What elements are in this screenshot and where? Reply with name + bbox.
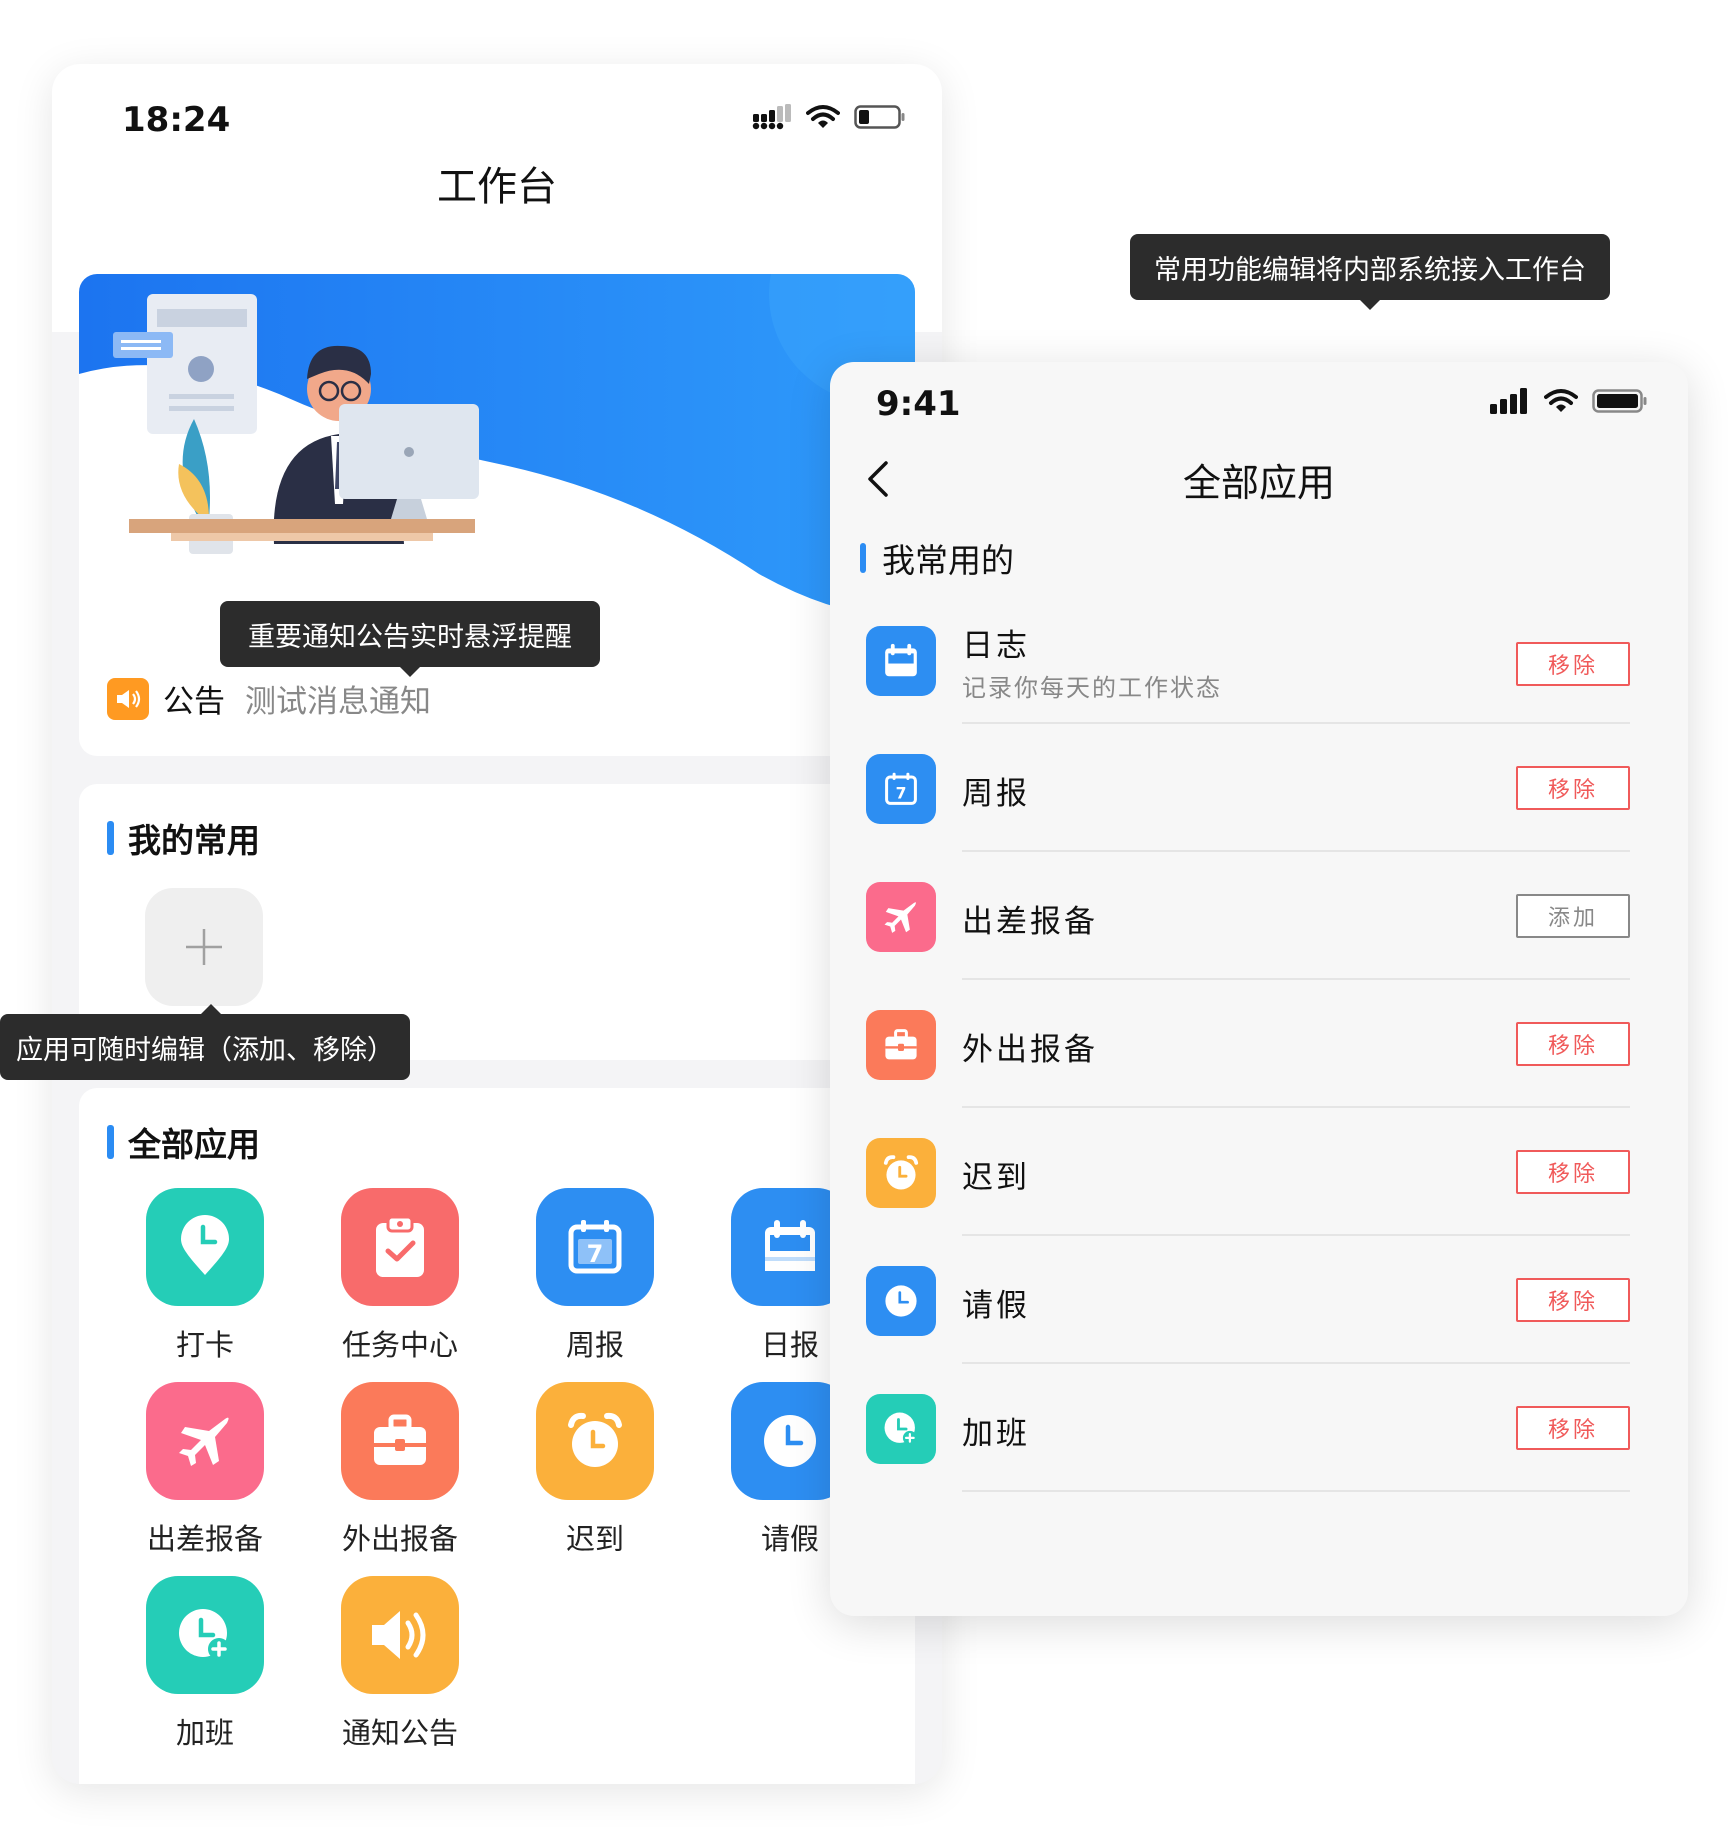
- page-title: 工作台: [437, 164, 557, 210]
- app-row-overtime[interactable]: 加班 移除: [830, 1364, 1688, 1492]
- briefcase-icon: [341, 1382, 459, 1500]
- page-title: 全部应用: [1182, 461, 1335, 505]
- favorites-section-title: 我常用的: [860, 534, 1014, 582]
- app-row-log[interactable]: 日志 记录你每天的工作状态 移除: [830, 596, 1688, 724]
- clock-plus-icon: [146, 1576, 264, 1694]
- app-row-outing[interactable]: 外出报备 移除: [830, 980, 1688, 1108]
- row-divider: [962, 1490, 1630, 1492]
- status-time: 18:24: [122, 100, 231, 140]
- speaker-icon: [107, 677, 149, 720]
- tooltip-arrow: [1360, 300, 1380, 310]
- app-label: 周报: [565, 1328, 624, 1362]
- calendar-7-icon: 7: [536, 1188, 654, 1306]
- battery-icon: [1592, 389, 1647, 413]
- announcement-card: 公告 测试消息通知: [79, 274, 915, 756]
- tooltip-edit-system: 常用功能编辑将内部系统接入工作台: [1130, 234, 1610, 310]
- remove-button[interactable]: 移除: [1516, 1150, 1630, 1194]
- app-tile-overtime[interactable]: 加班: [115, 1576, 295, 1752]
- app-row-weekly[interactable]: 7 周报 移除: [830, 724, 1688, 852]
- alarm-clock-icon: [536, 1382, 654, 1500]
- app-tile-business-trip[interactable]: 出差报备: [115, 1382, 295, 1558]
- svg-text:7: 7: [896, 785, 907, 803]
- app-label: 通知公告: [341, 1716, 458, 1750]
- tooltip-edit-system-text: 常用功能编辑将内部系统接入工作台: [1154, 254, 1586, 286]
- location-clock-icon: [146, 1188, 264, 1306]
- battery-icon: [854, 105, 905, 129]
- section-accent: [860, 543, 866, 573]
- app-tile-daka[interactable]: 打卡: [115, 1188, 295, 1364]
- remove-button[interactable]: 移除: [1516, 1022, 1630, 1066]
- tooltip-notice: 重要通知公告实时悬浮提醒: [220, 601, 600, 677]
- app-label: 迟到: [565, 1522, 624, 1556]
- tooltip-arrow: [201, 1004, 221, 1014]
- all-apps-section-title: 全部应用: [107, 1118, 260, 1166]
- all-apps-card: 全部应用 打卡 任务中心 7 周报 日报 出差报备 外出报备 迟到 请假 加班 …: [79, 1088, 915, 1784]
- system-icons: [1490, 388, 1648, 414]
- tooltip-notice-text: 重要通知公告实时悬浮提醒: [248, 621, 572, 653]
- wifi-icon: [806, 105, 840, 128]
- all-apps-phone: 9:41 全部应用 我常用的 日志 记录你每天的工作状态 移除 7 周报 移除 …: [830, 362, 1688, 1616]
- row-title: 出差报备: [962, 904, 1098, 940]
- tooltip-arrow: [400, 667, 420, 677]
- section-title-text: 我常用的: [882, 541, 1014, 580]
- favorites-section-title: 我的常用: [107, 814, 260, 862]
- app-tile-announcements[interactable]: 通知公告: [310, 1576, 490, 1752]
- alarm-clock-icon: [866, 1138, 936, 1208]
- remove-button[interactable]: 移除: [1516, 766, 1630, 810]
- app-label: 外出报备: [341, 1522, 458, 1556]
- app-row-business-trip[interactable]: 出差报备 添加: [830, 852, 1688, 980]
- app-label: 任务中心: [341, 1328, 458, 1362]
- add-button[interactable]: 添加: [1516, 894, 1630, 938]
- row-title: 周报: [962, 776, 1030, 812]
- clock-plus-icon: [866, 1394, 936, 1464]
- clipboard-check-icon: [341, 1188, 459, 1306]
- status-time: 9:41: [876, 384, 961, 424]
- airplane-icon: [146, 1382, 264, 1500]
- notice-bar[interactable]: 公告 测试消息通知: [107, 676, 431, 721]
- tooltip-edit: 应用可随时编辑（添加、移除）: [0, 1004, 410, 1080]
- add-favorite-button[interactable]: [145, 888, 263, 1006]
- app-tile-late[interactable]: 迟到: [505, 1382, 685, 1558]
- clock-icon: [866, 1266, 936, 1336]
- notice-label: 公告: [163, 684, 225, 720]
- row-title: 迟到: [962, 1160, 1030, 1196]
- tooltip-edit-text: 应用可随时编辑（添加、移除）: [16, 1034, 394, 1066]
- notice-text: 测试消息通知: [245, 684, 431, 720]
- section-accent: [107, 1125, 114, 1159]
- briefcase-icon: [866, 1010, 936, 1080]
- calendar-icon: [866, 626, 936, 696]
- row-title: 请假: [962, 1288, 1030, 1324]
- app-tile-outing[interactable]: 外出报备: [310, 1382, 490, 1558]
- app-tile-weekly[interactable]: 7 周报: [505, 1188, 685, 1364]
- all-apps-title-text: 全部应用: [128, 1125, 260, 1164]
- remove-button[interactable]: 移除: [1516, 1406, 1630, 1450]
- app-row-leave[interactable]: 请假 移除: [830, 1236, 1688, 1364]
- remove-button[interactable]: 移除: [1516, 642, 1630, 686]
- favorites-title-text: 我的常用: [128, 821, 260, 860]
- app-label: 出差报备: [146, 1522, 263, 1556]
- row-title: 外出报备: [962, 1032, 1098, 1068]
- workbench-phone: 18:24 工作台 公告 测试消息通知 我的常用 全部应用 打卡 任务中心 7 …: [52, 64, 942, 1784]
- row-subtitle: 记录你每天的工作状态: [962, 674, 1222, 702]
- app-label: 加班: [175, 1716, 234, 1750]
- speaker-icon: [341, 1576, 459, 1694]
- row-title: 日志: [962, 628, 1030, 664]
- svg-text:7: 7: [587, 1240, 604, 1268]
- wifi-icon: [1544, 389, 1578, 412]
- banner-illustration: [79, 274, 915, 644]
- calendar-7-icon: 7: [866, 754, 936, 824]
- airplane-icon: [866, 882, 936, 952]
- app-row-late[interactable]: 迟到 移除: [830, 1108, 1688, 1236]
- system-icons: [752, 104, 906, 130]
- app-label: 打卡: [175, 1328, 234, 1362]
- section-accent: [107, 821, 114, 855]
- signal-icon: [752, 104, 791, 130]
- row-title: 加班: [962, 1416, 1030, 1452]
- app-tile-tasks[interactable]: 任务中心: [310, 1188, 490, 1364]
- plus-icon: [186, 929, 222, 965]
- remove-button[interactable]: 移除: [1516, 1278, 1630, 1322]
- signal-icon: [1490, 388, 1527, 414]
